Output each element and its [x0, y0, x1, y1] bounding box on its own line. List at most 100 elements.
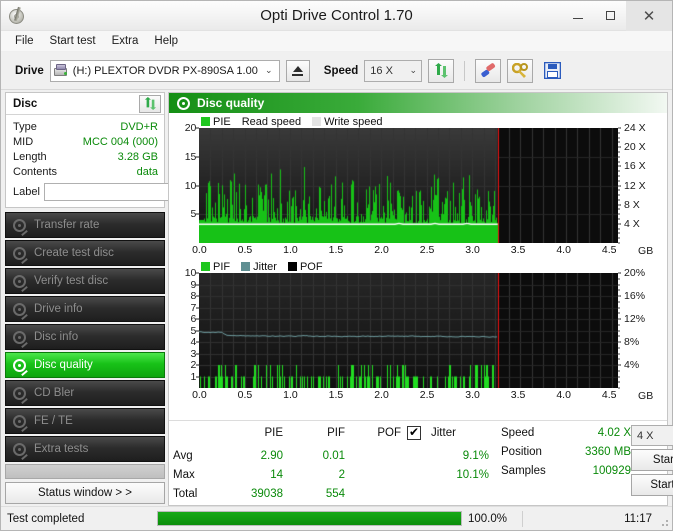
- sidebar-item-transfer-rate[interactable]: Transfer rate: [5, 212, 165, 238]
- pif-chart-x-unit: GB: [638, 390, 654, 402]
- eject-button[interactable]: [285, 59, 310, 82]
- legend-item-write-speed: Write speed: [312, 116, 383, 128]
- y-tick-minor: [618, 180, 621, 182]
- speed-select[interactable]: 16 X ⌄: [364, 59, 423, 82]
- disc-row-length: Length 3.28 GB: [13, 149, 158, 164]
- refresh-button[interactable]: [428, 58, 455, 83]
- stats-table: PIE PIF POF Jitter Avg 2.90 0.01 9.1% Ma…: [173, 424, 489, 503]
- save-icon: [543, 62, 561, 79]
- x-tick-label: 1.5: [328, 244, 344, 256]
- stats-side-value-samples: 100929: [592, 465, 631, 477]
- y-tick-minor: [618, 185, 621, 186]
- sidebar-item-cd-bler[interactable]: CD Bler: [5, 380, 165, 406]
- menu-item-file[interactable]: File: [7, 33, 42, 49]
- minimize-button[interactable]: [562, 1, 594, 31]
- x-tick-label: 3.5: [510, 244, 526, 256]
- sidebar-item-drive-info[interactable]: Drive info: [5, 296, 165, 322]
- x-tick-label: 2.0: [374, 244, 389, 256]
- x-tick-label: 4.5: [601, 389, 617, 401]
- y-tick-minor: [618, 278, 621, 280]
- sidebar-item-fe-te[interactable]: FE / TE: [5, 408, 165, 434]
- tools-button[interactable]: [507, 58, 534, 83]
- save-button[interactable]: [539, 59, 565, 83]
- y-tick-label-right: 16 X: [624, 160, 646, 173]
- y-tick-minor: [618, 223, 621, 225]
- disc-test-icon: [12, 330, 28, 348]
- start-full-button[interactable]: Start full: [631, 449, 673, 471]
- drive-label: Drive: [15, 64, 44, 77]
- y-tick-minor: [618, 146, 621, 148]
- y-tick-minor: [618, 312, 621, 314]
- sidebar-item-extra-tests[interactable]: Extra tests: [5, 436, 165, 462]
- disc-row-key: Type: [13, 120, 37, 133]
- stats-header-pof: POF: [377, 427, 401, 439]
- sidebar-item-verify-test-disc[interactable]: Verify test disc: [5, 268, 165, 294]
- x-tick-label: 0.0: [192, 389, 207, 401]
- y-tick-minor: [618, 213, 621, 215]
- chart-panel-header: Disc quality: [169, 93, 667, 113]
- disc-test-icon: [12, 274, 28, 292]
- y-tick-minor: [618, 381, 621, 383]
- sidebar-item-label: Create test disc: [34, 247, 114, 259]
- disc-row-value: DVD+R: [120, 120, 158, 133]
- y-tick-minor: [618, 237, 621, 239]
- legend-item-pif: PIF: [201, 261, 230, 273]
- stats-total-jitter: [427, 486, 489, 503]
- speed-label: Speed: [323, 64, 359, 77]
- menu-item-start-test[interactable]: Start test: [42, 33, 104, 49]
- y-tick-minor: [618, 194, 621, 196]
- sidebar-item-label: CD Bler: [34, 387, 75, 399]
- start-part-button[interactable]: Start part: [631, 474, 673, 496]
- disc-refresh-button[interactable]: [139, 94, 161, 113]
- stats-max-pie: 14: [270, 469, 283, 481]
- pif-chart-x-axis: 0.0 0.5 1.0 1.5 2.0 2.5 3.0 3.5 4.0 4.5: [192, 388, 618, 403]
- menu-bar: File Start test Extra Help: [1, 31, 672, 52]
- disc-row-value: MCC 004 (000): [82, 135, 158, 148]
- erase-button[interactable]: [475, 58, 502, 83]
- progress-label: 100.0%: [468, 512, 508, 525]
- drive-select[interactable]: (H:) PLEXTOR DVDR PX-890SA 1.00 ⌄: [49, 59, 280, 82]
- legend-swatch: [201, 262, 210, 271]
- y-tick-minor: [618, 204, 621, 206]
- jitter-checkbox[interactable]: [401, 424, 427, 446]
- disc-row-value: 3.28 GB: [117, 150, 158, 163]
- y-tick-minor: [618, 307, 621, 308]
- stats-actions: 4 X ⌄ Start full Start part: [631, 425, 673, 503]
- close-icon[interactable]: ✕: [626, 0, 672, 31]
- disc-row-value: data: [136, 165, 158, 178]
- y-tick-minor: [618, 151, 621, 153]
- legend-label: POF: [299, 260, 323, 273]
- status-window-button[interactable]: Status window > >: [5, 482, 165, 504]
- sidebar-item-create-test-disc[interactable]: Create test disc: [5, 240, 165, 266]
- disc-label-row: Label: [13, 182, 246, 202]
- y-tick-minor: [618, 272, 621, 274]
- pif-chart-plot: [199, 273, 619, 388]
- x-tick-label: 1.0: [283, 244, 298, 256]
- stats-total-pif: 554: [325, 488, 345, 500]
- resize-grip[interactable]: [659, 517, 669, 527]
- legend-label: PIF: [213, 260, 231, 273]
- sidebar-item-disc-quality[interactable]: Disc quality: [5, 352, 165, 378]
- y-tick-minor: [618, 127, 621, 129]
- y-tick-minor: [618, 324, 621, 326]
- sidebar-item-disc-info[interactable]: Disc info: [5, 324, 165, 350]
- menu-item-extra[interactable]: Extra: [104, 33, 147, 49]
- sidebar-item-label: Verify test disc: [34, 275, 109, 287]
- stats-row-label-max: Max: [173, 469, 195, 481]
- disc-label-key: Label: [13, 186, 40, 198]
- sidebar-filler: [5, 464, 165, 479]
- legend-label: PIE: [213, 115, 231, 128]
- pie-chart-legend: PIE Read speed Write speed: [171, 115, 665, 128]
- stats-header-pie: PIE: [264, 427, 283, 439]
- stats-max-jitter: 10.1%: [456, 469, 489, 481]
- refresh-icon: [144, 97, 156, 110]
- y-tick-minor: [618, 347, 621, 349]
- maximize-button[interactable]: [594, 1, 626, 31]
- pie-chart-block: PIE Read speed Write speed 20 15 10 5 24…: [171, 115, 665, 258]
- y-tick-minor: [618, 170, 621, 172]
- test-speed-select[interactable]: 4 X ⌄: [631, 425, 673, 446]
- menu-item-help[interactable]: Help: [146, 33, 186, 49]
- stats-row-label-total: Total: [173, 488, 198, 500]
- window-controls: ✕: [562, 0, 672, 31]
- y-tick-label-right: 12%: [624, 313, 646, 325]
